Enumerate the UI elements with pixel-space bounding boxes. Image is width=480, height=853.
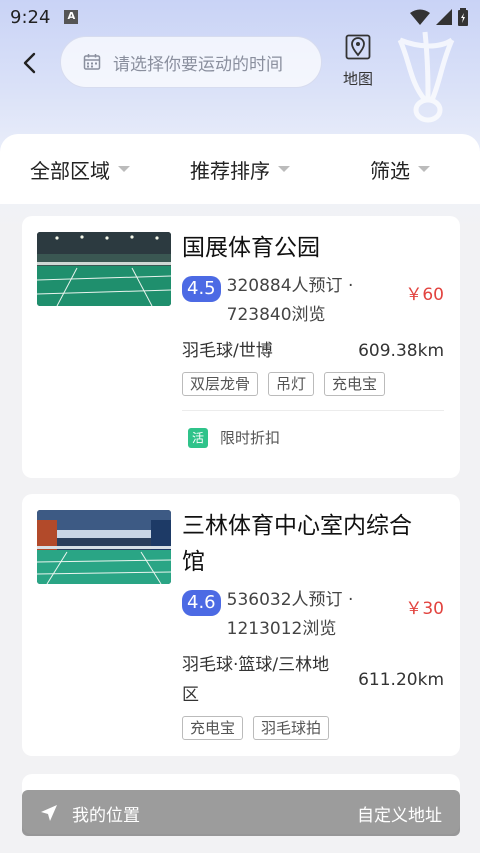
view-count: 723840浏览 <box>226 305 326 325</box>
venue-card[interactable]: 三林体育中心室内综合 馆 4.6 536032人预订 · 1213012浏览 ￥… <box>22 494 460 756</box>
chevron-left-icon <box>23 52 36 74</box>
caret-down-icon <box>418 166 430 172</box>
venue-name-line2: 馆 <box>182 549 205 575</box>
divider <box>182 410 444 411</box>
filter-bar: 全部区域 推荐排序 筛选 <box>0 134 480 204</box>
map-icon <box>345 34 371 60</box>
venue-category: 羽毛球·篮球/三林地 区 <box>182 650 329 710</box>
time-search-input[interactable]: 请选择你要运动的时间 <box>60 36 322 88</box>
rating-badge: 4.6 <box>182 590 221 616</box>
venue-distance: 611.20km <box>358 670 444 690</box>
venue-stats: 536032人预订 · 1213012浏览 <box>227 586 406 644</box>
rating-badge: 4.5 <box>182 276 221 302</box>
venue-distance: 609.38km <box>358 341 444 361</box>
map-label: 地图 <box>342 70 373 88</box>
header: 请选择你要运动的时间 地图 <box>0 34 480 104</box>
venue-tags: 双层龙骨 吊灯 充电宝 <box>182 372 444 396</box>
promo-badge: 活 <box>188 427 208 448</box>
booking-count: 536032人预订 · <box>226 590 354 610</box>
venue-price: ￥30 <box>405 599 444 619</box>
venue-photo <box>37 510 171 584</box>
venue-tag: 羽毛球拍 <box>253 716 330 740</box>
filter-more-label: 筛选 <box>370 158 410 183</box>
my-location-label: 我的位置 <box>72 805 140 826</box>
promo-text: 限时折扣 <box>220 429 281 447</box>
status-time: 9:24 <box>10 6 51 28</box>
venue-tag: 双层龙骨 <box>182 372 259 396</box>
location-bar: 我的位置 自定义地址 <box>22 790 460 836</box>
venue-photo <box>37 232 171 306</box>
back-button[interactable] <box>12 46 46 80</box>
map-button[interactable]: 地图 <box>334 34 382 94</box>
status-bar: 9:24 A <box>0 0 480 34</box>
filter-sort[interactable]: 推荐排序 <box>160 155 320 184</box>
venue-tag: 吊灯 <box>268 372 315 396</box>
venue-category-line1: 羽毛球·篮球/三林地 <box>182 655 330 675</box>
location-arrow-icon <box>41 805 57 821</box>
caret-down-icon <box>118 166 130 172</box>
promo-row: 活 限时折扣 <box>182 427 444 448</box>
filter-area-label: 全部区域 <box>30 158 110 183</box>
venue-name-line1: 三林体育中心室内综合 <box>182 513 412 539</box>
app-notification-icon: A <box>64 10 79 24</box>
calendar-icon <box>83 54 101 70</box>
venue-category: 羽毛球/世博 <box>182 341 273 361</box>
venue-name: 国展体育公园 <box>182 235 320 261</box>
caret-down-icon <box>278 166 290 172</box>
venue-tags: 充电宝 羽毛球拍 <box>182 716 444 740</box>
my-location-button[interactable]: 我的位置 <box>40 801 140 826</box>
filter-area[interactable]: 全部区域 <box>0 155 160 184</box>
filter-more[interactable]: 筛选 <box>320 155 480 184</box>
venue-tag: 充电宝 <box>324 372 386 396</box>
filter-sort-label: 推荐排序 <box>190 158 270 183</box>
booking-count: 320884人预订 · <box>226 276 354 296</box>
view-count: 1213012浏览 <box>226 619 337 639</box>
venue-name: 三林体育中心室内综合 馆 <box>182 508 444 580</box>
venue-price: ￥60 <box>405 285 444 305</box>
search-placeholder: 请选择你要运动的时间 <box>113 54 283 75</box>
venue-category-line2: 区 <box>182 685 199 705</box>
wifi-icon <box>410 9 430 25</box>
signal-icon <box>436 9 452 25</box>
custom-address-button[interactable]: 自定义地址 <box>357 801 442 826</box>
battery-icon <box>458 8 468 26</box>
venue-card[interactable]: 国展体育公园 4.5 320884人预订 · 723840浏览 ￥60 羽毛球/… <box>22 216 460 478</box>
venue-tag: 充电宝 <box>182 716 244 740</box>
venue-stats: 320884人预订 · 723840浏览 <box>227 272 406 330</box>
